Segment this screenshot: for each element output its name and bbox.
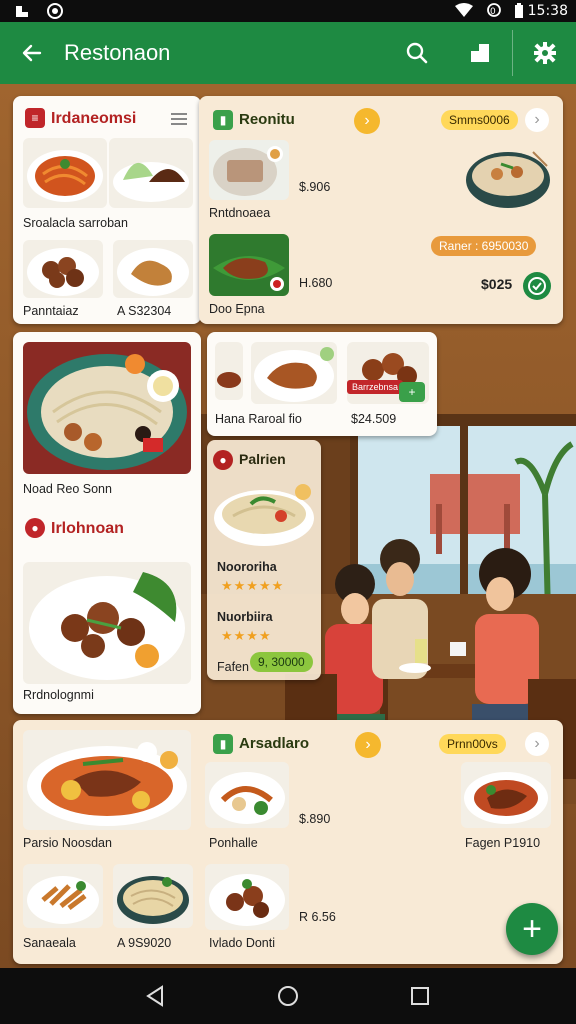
item-label: A S32304	[117, 304, 172, 318]
food-image-fries[interactable]	[23, 864, 103, 928]
forward-arrow-button[interactable]: ›	[354, 108, 380, 134]
item-price: R 6.56	[299, 910, 336, 924]
order-button[interactable]: Raner : 6950030	[431, 236, 537, 256]
svg-text:0: 0	[490, 7, 496, 17]
app-title: Restonaon	[64, 40, 171, 65]
item-price: $.890	[299, 812, 331, 826]
food-image-noodle-bowl[interactable]	[211, 482, 317, 548]
card-mid-small[interactable]: Barrzebnsa + Hana Raroal fio $24.509	[207, 332, 437, 436]
menu-icon[interactable]	[171, 112, 187, 131]
settings-gear-icon[interactable]	[529, 37, 561, 69]
confirm-check-icon[interactable]	[523, 272, 551, 300]
item-name: Nuorbiira	[217, 610, 273, 624]
app-icon-1	[14, 3, 30, 22]
status-bar: 0 15:38	[0, 0, 576, 22]
back-arrow-icon[interactable]	[16, 37, 48, 69]
food-image-grilled-meat[interactable]	[209, 234, 289, 296]
food-image-stir-fry[interactable]	[205, 762, 289, 828]
food-image-curry-platter[interactable]	[23, 730, 191, 830]
item-label: Fagen P1910	[465, 836, 541, 850]
app-icon-2	[46, 3, 64, 22]
restaurant-logo-icon: ▮	[213, 110, 233, 130]
nav-recents-icon[interactable]	[406, 982, 434, 1010]
scene-panel[interactable]: ● Palrien Noororiha ★★★★★ Nuorbiira ★★★★…	[207, 440, 321, 680]
nav-back-icon[interactable]	[141, 982, 169, 1010]
card-caption: Noad Reo Sonn	[23, 482, 112, 496]
food-image-rice-platter[interactable]	[23, 342, 191, 474]
data-icon: 0	[486, 3, 502, 20]
food-image-dumplings[interactable]	[109, 138, 193, 208]
food-image-noodles[interactable]	[23, 138, 107, 208]
restaurant-logo-icon: ●	[25, 518, 45, 538]
card-heading: Irlohnoan	[51, 520, 124, 537]
food-image-vermicelli[interactable]	[113, 864, 193, 928]
food-image-braised-meat[interactable]	[23, 562, 191, 684]
promo-pill: Prnn00vs	[439, 734, 506, 754]
item-label: Doo Epna	[209, 302, 265, 316]
item-price: H.680	[299, 276, 333, 290]
system-nav-bar	[0, 968, 576, 1024]
rating-stars: ★★★★	[221, 628, 272, 643]
add-fab-button[interactable]: +	[506, 903, 558, 955]
item-label: Sanaeala	[23, 936, 76, 950]
food-image-tofu[interactable]	[209, 140, 289, 200]
panel-heading: Palrien	[239, 451, 286, 467]
restaurant-logo-icon: ●	[213, 450, 233, 470]
battery-icon	[514, 3, 524, 22]
food-image-pork[interactable]	[205, 864, 289, 930]
promo-pill: Smms0006	[441, 110, 518, 130]
total-price: $025	[481, 276, 513, 292]
forward-arrow-button[interactable]: ›	[355, 732, 381, 758]
footer-label: Fafen	[217, 660, 249, 674]
card-bottom[interactable]: Parsio Noosdan ▮ Arsadlaro › Prnn00vs › …	[13, 720, 563, 964]
chevron-right-icon[interactable]: ›	[525, 732, 549, 756]
nav-home-icon[interactable]	[274, 982, 302, 1010]
item-price: $24.509	[351, 412, 397, 426]
card-mid-left[interactable]: Noad Reo Sonn ● Irlohnoan Rrdnolognmi	[13, 332, 201, 714]
wifi-icon	[455, 3, 473, 20]
item-label: Ivlado Donti	[209, 936, 276, 950]
food-image-fried-chicken[interactable]	[113, 240, 193, 298]
food-image-braised-beef[interactable]	[461, 762, 551, 828]
restaurant-logo-icon: ≡	[25, 108, 45, 128]
item-label: Hana Raroal fio	[215, 412, 302, 426]
restaurant-logo-icon: ▮	[213, 734, 233, 754]
item-label: Ponhalle	[209, 836, 258, 850]
tag-badge: Barrzebnsa	[347, 380, 404, 394]
card-caption: Sroalacla sarroban	[23, 216, 128, 230]
price-pill[interactable]: 9, 30000	[250, 652, 313, 672]
item-price: $.906	[299, 180, 331, 194]
food-image-side[interactable]	[215, 342, 243, 400]
appbar-divider	[512, 30, 513, 76]
search-icon[interactable]	[401, 37, 433, 69]
card-caption: Rrdnolognmi	[23, 688, 94, 702]
chevron-right-icon[interactable]: ›	[525, 108, 549, 132]
card-top-right[interactable]: ▮ Reonitu › Smms0006 › $.906 Rntdnoaea R…	[199, 96, 563, 324]
item-label: A 9S9020	[117, 936, 172, 950]
content-area: ≡ Irdaneomsi Sroalacla sarroban Panntaia…	[0, 84, 576, 968]
item-label: Panntaiaz	[23, 304, 79, 318]
card-top-left[interactable]: ≡ Irdaneomsi Sroalacla sarroban Panntaia…	[13, 96, 201, 324]
food-image-meatballs[interactable]	[23, 240, 103, 298]
rating-stars: ★★★★★	[221, 578, 285, 593]
food-image-bowl-noodles[interactable]	[463, 146, 553, 212]
food-image-roast[interactable]	[251, 342, 337, 404]
add-icon[interactable]: +	[399, 382, 425, 402]
card-heading: Reonitu	[239, 111, 295, 128]
item-label: Rntdnoaea	[209, 206, 271, 220]
app-bar: Restonaon	[0, 22, 576, 84]
bookmark-icon[interactable]	[464, 37, 496, 69]
card-heading: Irdaneomsi	[51, 110, 137, 127]
item-name: Noororiha	[217, 560, 277, 574]
item-label: Parsio Noosdan	[23, 836, 112, 850]
card-heading: Arsadlaro	[239, 735, 310, 752]
status-time: 15:38	[527, 3, 568, 19]
